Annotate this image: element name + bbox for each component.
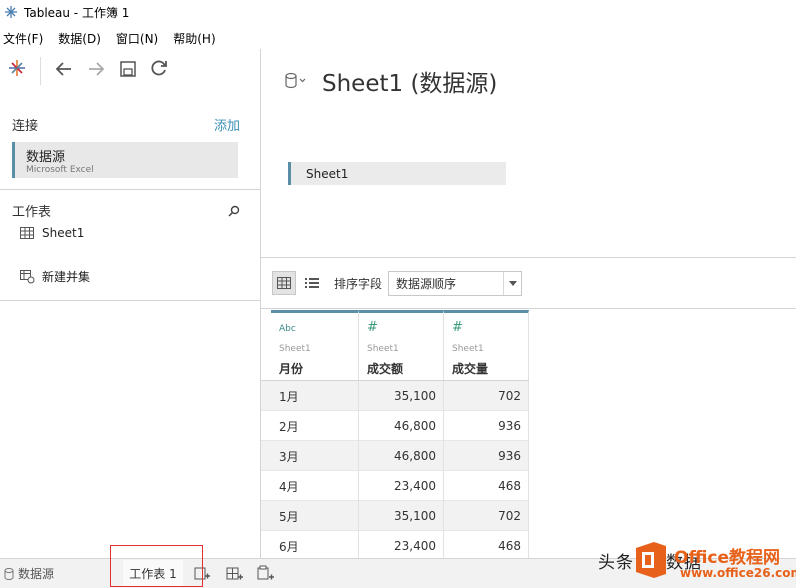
redo-button[interactable]	[85, 58, 107, 80]
datasource-title[interactable]: Sheet1 (数据源)	[322, 64, 497, 98]
grid-toolbar: 排序字段 数据源顺序	[272, 270, 523, 296]
column-name: 成交量	[452, 362, 489, 376]
canvas-table-label: Sheet1	[306, 166, 349, 181]
list-icon	[305, 278, 319, 288]
menu-help[interactable]: 帮助(H)	[173, 30, 215, 47]
connections-label: 连接	[12, 119, 39, 134]
search-icon[interactable]	[228, 205, 240, 217]
sheet-item[interactable]: Sheet1	[20, 226, 84, 240]
table-cell[interactable]: 23,400	[359, 531, 444, 561]
grid-separator	[261, 308, 796, 309]
table-row: 4月 23,400 468	[261, 471, 529, 501]
watermark-brand: Office教程网	[674, 548, 781, 568]
refresh-icon	[151, 60, 167, 76]
office-logo-icon	[636, 542, 666, 578]
column-header-volume[interactable]: # Sheet1 成交量	[444, 310, 529, 380]
column-source: Sheet1	[367, 344, 399, 354]
divider	[0, 300, 261, 301]
column-header-amount[interactable]: # Sheet1 成交额	[359, 310, 444, 380]
canvas-divider[interactable]	[261, 257, 796, 258]
table-row: 6月 23,400 468	[261, 531, 529, 561]
number-type-icon[interactable]: #	[367, 320, 378, 335]
connections-header: 连接 添加	[12, 115, 240, 134]
number-type-icon[interactable]: #	[452, 320, 463, 335]
toolbar-separator	[40, 57, 41, 85]
table-cell[interactable]: 1月	[261, 381, 359, 411]
save-icon	[120, 61, 136, 77]
dropdown-arrow-icon	[503, 271, 521, 295]
table-cell[interactable]: 468	[444, 471, 529, 501]
divider	[0, 189, 261, 190]
new-dashboard-icon[interactable]	[226, 565, 244, 583]
worksheets-label: 工作表	[12, 205, 52, 220]
column-name: 成交额	[367, 362, 404, 376]
list-view-button[interactable]	[300, 271, 324, 295]
table-cell[interactable]: 46,800	[359, 441, 444, 471]
database-icon	[4, 567, 14, 580]
table-cell[interactable]: 936	[444, 411, 529, 441]
arrow-left-icon	[55, 62, 71, 76]
table-cell[interactable]: 23,400	[359, 471, 444, 501]
table-cell[interactable]: 35,100	[359, 501, 444, 531]
window-title: Tableau - 工作簿 1	[24, 5, 130, 20]
table-cell[interactable]: 468	[444, 531, 529, 561]
datasource-title-row: Sheet1 (数据源)	[284, 64, 497, 98]
table-row: 5月 35,100 702	[261, 501, 529, 531]
connection-type: Microsoft Excel	[26, 165, 94, 175]
table-cell[interactable]: 2月	[261, 411, 359, 441]
tableau-start-icon	[9, 60, 25, 76]
table-cell[interactable]: 4月	[261, 471, 359, 501]
toolbar	[0, 49, 261, 91]
menu-bar: 文件(F) 数据(D) 窗口(N) 帮助(H)	[0, 28, 796, 48]
grid-view-button[interactable]	[272, 271, 296, 295]
table-cell[interactable]: 702	[444, 501, 529, 531]
title-bar: Tableau - 工作簿 1	[0, 0, 796, 24]
menu-file[interactable]: 文件(F)	[3, 30, 43, 47]
worksheets-header: 工作表	[12, 201, 240, 220]
add-connection-link[interactable]: 添加	[214, 115, 240, 134]
column-name: 月份	[279, 362, 304, 376]
sort-label: 排序字段	[334, 276, 383, 291]
connection-name: 数据源	[26, 150, 66, 165]
new-union-item[interactable]: 新建并集	[20, 268, 90, 285]
table-row: 1月 35,100 702	[261, 381, 529, 411]
table-cell[interactable]: 5月	[261, 501, 359, 531]
arrow-right-icon	[89, 62, 105, 76]
table-cell[interactable]: 702	[444, 381, 529, 411]
new-story-icon[interactable]	[257, 565, 275, 583]
datasource-tab-label: 数据源	[18, 567, 55, 581]
column-header-month[interactable]: Abc Sheet1 月份	[271, 310, 359, 380]
canvas-table-pill[interactable]: Sheet1	[288, 162, 506, 185]
grid-icon	[277, 277, 291, 289]
column-source: Sheet1	[279, 344, 311, 354]
table-cell[interactable]: 3月	[261, 441, 359, 471]
string-type-icon[interactable]: Abc	[279, 324, 296, 334]
save-button[interactable]	[117, 58, 139, 80]
table-row: 3月 46,800 936	[261, 441, 529, 471]
annotation-highlight-box	[110, 545, 203, 587]
table-cell[interactable]: 6月	[261, 531, 359, 561]
watermark-url: www.office26.com	[680, 566, 796, 580]
sheet-label: Sheet1	[42, 226, 85, 240]
table-cell[interactable]: 46,800	[359, 411, 444, 441]
column-source: Sheet1	[452, 344, 484, 354]
sort-dropdown[interactable]: 数据源顺序	[388, 270, 523, 296]
new-union-label: 新建并集	[42, 270, 91, 284]
undo-button[interactable]	[53, 58, 75, 80]
sort-value: 数据源顺序	[396, 276, 457, 291]
table-row: 2月 46,800 936	[261, 411, 529, 441]
tableau-logo-icon	[5, 6, 17, 18]
database-icon[interactable]	[284, 72, 308, 90]
datasource-tab[interactable]: 数据源	[4, 565, 54, 582]
table-cell[interactable]: 35,100	[359, 381, 444, 411]
menu-window[interactable]: 窗口(N)	[116, 30, 158, 47]
start-page-icon[interactable]	[6, 57, 28, 79]
menu-data[interactable]: 数据(D)	[58, 30, 101, 47]
table-cell[interactable]: 936	[444, 441, 529, 471]
union-icon	[20, 269, 35, 283]
table-icon	[20, 227, 34, 239]
connection-item[interactable]: 数据源 Microsoft Excel	[12, 142, 238, 178]
left-pane: 连接 添加 数据源 Microsoft Excel 工作表 Sheet1 新建并…	[0, 49, 261, 558]
refresh-button[interactable]	[148, 57, 170, 79]
